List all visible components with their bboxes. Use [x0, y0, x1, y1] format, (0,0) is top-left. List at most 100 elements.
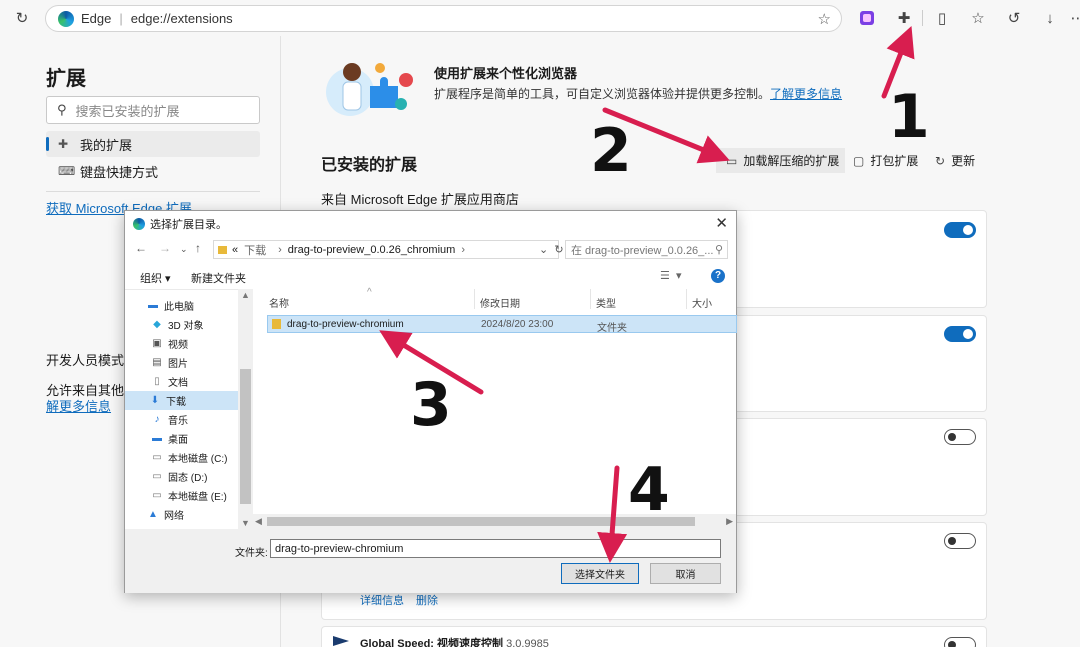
- tree-item-label: 网络: [164, 510, 184, 521]
- column-header-type[interactable]: 类型: [596, 295, 616, 310]
- tree-item-drive-c[interactable]: ▭ 本地磁盘 (C:): [151, 448, 227, 467]
- search-placeholder: 搜索已安装的扩展: [75, 103, 180, 119]
- address-bar[interactable]: Edge | edge://extensions ☆: [45, 5, 842, 32]
- scroll-up-icon[interactable]: ▲: [241, 290, 250, 300]
- forward-arrow-icon[interactable]: →: [159, 241, 171, 255]
- hero-description: 扩展程序是简单的工具，可自定义浏览器体验并提供更多控制。了解更多信息: [434, 85, 842, 102]
- favorites-icon[interactable]: ☆: [964, 4, 992, 32]
- close-icon[interactable]: ✕: [715, 214, 728, 232]
- help-icon[interactable]: ?: [711, 269, 725, 283]
- sidebar-item-my-extensions[interactable]: ✚ 我的扩展: [46, 131, 260, 157]
- more-menu-icon[interactable]: ⋯: [1064, 4, 1080, 32]
- learn-more-link[interactable]: 解更多信息: [46, 396, 111, 415]
- video-icon: ▣: [152, 338, 162, 349]
- network-icon: ▲: [148, 508, 158, 520]
- folder-name-input[interactable]: drag-to-preview-chromium: [270, 539, 721, 558]
- refresh-icon[interactable]: ⌄ ↻: [539, 240, 564, 259]
- tree-item-videos[interactable]: ▣ 视频: [151, 334, 188, 353]
- hero-illustration: [322, 58, 417, 120]
- tree-item-pictures[interactable]: ▤ 图片: [151, 353, 188, 372]
- cancel-button[interactable]: 取消: [650, 563, 721, 584]
- copilot-icon[interactable]: [853, 4, 881, 32]
- edge-logo-icon: [133, 217, 145, 230]
- extension-toggle[interactable]: [944, 222, 976, 238]
- details-link[interactable]: 详细信息: [360, 595, 404, 607]
- chevron-right-icon: ›: [278, 243, 282, 256]
- annotation-number: 2: [590, 116, 632, 186]
- tree-item-label: 本地磁盘 (E:): [168, 492, 227, 503]
- scroll-down-icon[interactable]: ▼: [241, 518, 250, 528]
- annotation-number: 4: [628, 455, 670, 525]
- extension-name: Global Speed:: [360, 638, 438, 647]
- scroll-right-icon[interactable]: ▶: [726, 516, 733, 527]
- load-unpacked-button[interactable]: ▭ 加载解压缩的扩展: [716, 148, 845, 173]
- extensions-puzzle-icon[interactable]: ✚: [890, 4, 918, 32]
- tree-item-this-pc[interactable]: ▬ 此电脑: [147, 296, 194, 315]
- tree-item-label: 文档: [168, 378, 188, 389]
- up-arrow-icon[interactable]: ↑: [195, 241, 201, 255]
- tree-item-drive-d[interactable]: ▭ 固态 (D:): [151, 467, 207, 486]
- view-options-icon[interactable]: ☰ ▾: [660, 269, 682, 282]
- tree-item-3d-objects[interactable]: ◆ 3D 对象: [151, 315, 203, 334]
- dialog-title: 选择扩展目录。: [150, 218, 227, 231]
- path-segment[interactable]: drag-to-preview_0.0.26_chromium: [288, 244, 456, 256]
- drive-icon: ▭: [152, 452, 162, 463]
- back-arrow-icon[interactable]: ←: [135, 241, 147, 255]
- tree-item-desktop[interactable]: ▬ 桌面: [151, 429, 188, 448]
- navigation-tree: ▬ 此电脑 ◆ 3D 对象 ▣ 视频 ▤ 图片 ▯ 文档 ⬇ 下载 ♪ 音乐 ▬ 桌面 ▭ 本地磁…: [125, 289, 253, 529]
- file-row[interactable]: drag-to-preview-chromium 2024/8/20 23:00…: [267, 315, 737, 334]
- address-path[interactable]: « 下载 › drag-to-preview_0.0.26_chromium ›: [213, 240, 559, 259]
- url-text[interactable]: edge://extensions: [131, 11, 233, 26]
- folder-icon: ▭: [726, 153, 738, 168]
- hero-learn-more-link[interactable]: 了解更多信息: [770, 87, 842, 101]
- tree-scrollbar[interactable]: ▲ ▼: [238, 289, 253, 529]
- update-button[interactable]: ↻ 更新: [935, 148, 985, 173]
- column-header-size[interactable]: 大小: [692, 295, 712, 310]
- tree-item-downloads[interactable]: ⬇ 下载: [125, 391, 238, 410]
- dialog-footer: 文件夹: drag-to-preview-chromium 选择文件夹 取消: [125, 529, 736, 593]
- recent-dropdown-icon[interactable]: ⌄: [180, 244, 188, 255]
- remove-link[interactable]: 删除: [416, 595, 438, 607]
- from-store-heading: 来自 Microsoft Edge 扩展应用商店: [321, 192, 519, 207]
- new-folder-button[interactable]: 新建文件夹: [191, 270, 246, 286]
- tree-item-music[interactable]: ♪ 音乐: [151, 410, 189, 429]
- tree-item-label: 图片: [168, 359, 188, 370]
- dialog-toolbar: 组织 ▾ 新建文件夹 ☰ ▾ ?: [125, 267, 736, 287]
- sidebar-item-keyboard-shortcuts[interactable]: ⌨ 键盘快捷方式: [46, 158, 260, 184]
- refresh-icon[interactable]: ↻: [8, 4, 36, 32]
- column-separator: [474, 289, 475, 309]
- tree-item-documents[interactable]: ▯ 文档: [151, 372, 188, 391]
- history-icon[interactable]: ↺: [1000, 4, 1028, 32]
- tree-item-label: 视频: [168, 340, 188, 351]
- tree-item-network[interactable]: ▲ 网络: [147, 508, 184, 521]
- favorite-star-icon[interactable]: ☆: [818, 10, 831, 28]
- scroll-thumb[interactable]: [240, 369, 251, 504]
- hero-title: 使用扩展来个性化浏览器: [434, 66, 578, 81]
- tree-item-drive-e[interactable]: ▭ 本地磁盘 (E:): [151, 486, 227, 505]
- downloads-icon[interactable]: ↓: [1036, 4, 1064, 32]
- toolbar-divider: [922, 10, 923, 26]
- path-segment[interactable]: 下载: [244, 242, 266, 258]
- extension-search-input[interactable]: ⚲ 搜索已安装的扩展: [46, 96, 260, 124]
- extension-toggle[interactable]: [944, 326, 976, 342]
- file-type: 文件夹: [597, 323, 627, 334]
- desktop-icon: ▬: [152, 433, 162, 444]
- column-header-name[interactable]: 名称: [269, 295, 289, 310]
- music-icon: ♪: [154, 414, 160, 425]
- select-folder-button[interactable]: 选择文件夹: [561, 563, 639, 584]
- sort-up-icon: ^: [367, 287, 372, 298]
- tree-item-label: 固态 (D:): [168, 473, 208, 484]
- extension-toggle[interactable]: [944, 533, 976, 549]
- scroll-left-icon[interactable]: ◀: [255, 516, 262, 527]
- column-header-date[interactable]: 修改日期: [480, 295, 520, 310]
- browser-toolbar: ↻ Edge | edge://extensions ☆ ✚ ▯ ☆ ↺ ↓ ⋯: [0, 0, 1080, 36]
- extension-toggle[interactable]: [944, 637, 976, 647]
- split-screen-icon[interactable]: ▯: [928, 4, 956, 32]
- search-icon: ⚲: [714, 244, 723, 256]
- extension-toggle[interactable]: [944, 429, 976, 445]
- annotation-number: 3: [410, 370, 452, 440]
- folder-search-input[interactable]: 在 drag-to-preview_0.0.26_... ⚲: [565, 240, 728, 259]
- folder-icon: [272, 319, 281, 329]
- update-label: 更新: [951, 154, 976, 168]
- organize-button[interactable]: 组织 ▾: [140, 270, 171, 286]
